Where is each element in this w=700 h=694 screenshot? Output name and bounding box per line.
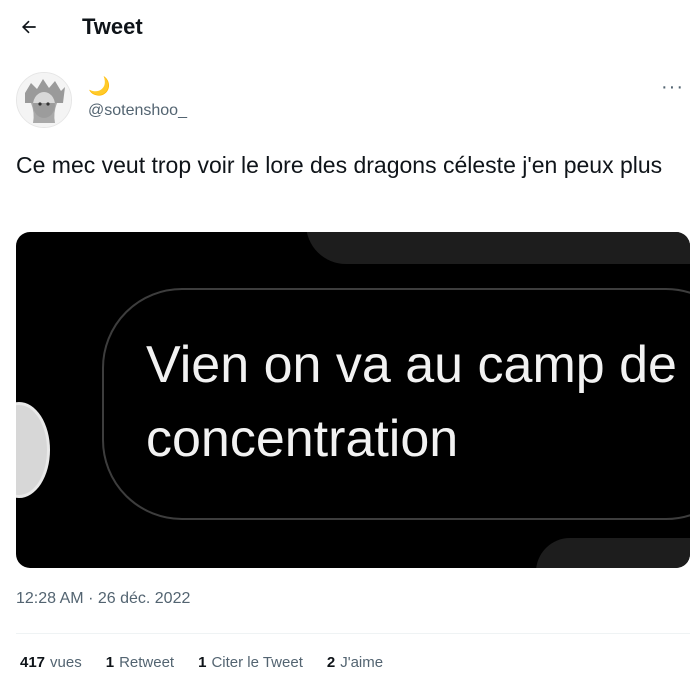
media-text-line-2: concentration: [146, 410, 459, 468]
retweets-stat[interactable]: 1 Retweet: [106, 654, 174, 671]
quotes-count: 1: [198, 654, 207, 671]
tweet-author: 🌙 @sotenshoo_ ···: [14, 70, 686, 132]
media-text-line-1: Vien on va au camp de: [146, 336, 677, 394]
tweet-timestamp[interactable]: 12:28 AM · 26 déc. 2022: [16, 590, 190, 608]
retweets-label: Retweet: [119, 654, 175, 671]
display-name[interactable]: 🌙: [88, 76, 110, 97]
tweet-text: Ce mec veut trop voir le lore des dragon…: [16, 152, 663, 178]
quotes-stat[interactable]: 1 Citer le Tweet: [198, 654, 303, 671]
tweet-stats: 417 vues 1 Retweet 1 Citer le Tweet 2 J'…: [20, 654, 407, 671]
tweet-date: 26 déc. 2022: [97, 590, 191, 607]
media-bubble-bottom: [536, 538, 690, 568]
media-avatar: [16, 402, 50, 498]
handle[interactable]: @sotenshoo_: [88, 102, 187, 120]
tweet-time: 12:28 AM: [16, 590, 84, 607]
views-label: vues: [50, 654, 82, 671]
retweets-count: 1: [105, 654, 115, 671]
likes-stat[interactable]: 2 J'aime: [327, 654, 383, 671]
divider: [16, 633, 690, 634]
more-button[interactable]: ···: [661, 76, 684, 99]
arrow-left-icon: [21, 20, 36, 34]
timestamp-separator: ·: [88, 590, 94, 607]
back-button[interactable]: [14, 12, 44, 42]
views-stat[interactable]: 417 vues: [20, 654, 82, 671]
quotes-label: Citer le Tweet: [211, 654, 303, 671]
media-message-bubble: [102, 288, 690, 520]
page-title: Tweet: [82, 14, 143, 39]
views-count: 417: [20, 654, 46, 671]
likes-count: 2: [326, 654, 336, 671]
likes-label: J'aime: [340, 654, 384, 671]
tweet-media[interactable]: Vien on va au camp de concentration: [16, 232, 690, 568]
top-bar: Tweet: [0, 0, 700, 54]
avatar[interactable]: [16, 72, 72, 128]
more-horizontal-icon: ···: [661, 76, 684, 98]
avatar-illustration: [17, 73, 71, 127]
media-bubble-top: [306, 232, 690, 264]
